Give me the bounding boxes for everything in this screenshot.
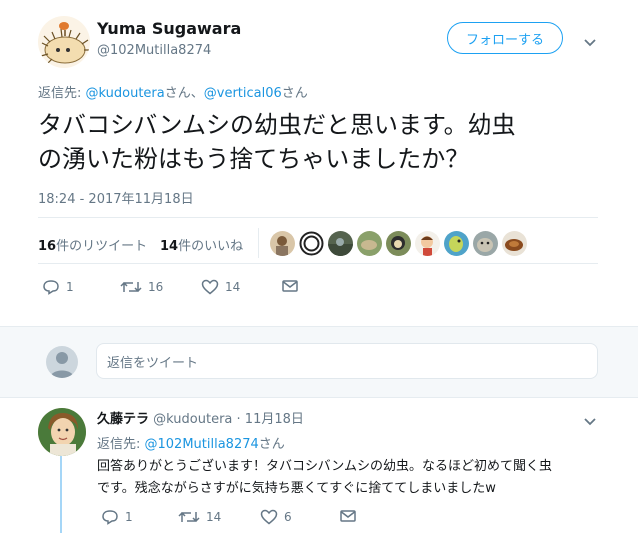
author-avatar[interactable] [38,16,90,68]
like-count: 6 [284,510,292,524]
retweet-count: 16 [148,280,164,294]
follow-button-label: フォローする [465,32,544,48]
reply-text: 回答ありがとうございます！タバコシバンムシの幼虫。なるほど初めて聞く虫 です。残… [97,456,552,500]
reply-to-prefix: 返信先: [97,437,145,452]
reply-header: 久藤テラ @kudoutera · 11月18日 [97,408,304,427]
like-action[interactable]: 14 [201,279,240,295]
liker-avatar[interactable] [357,231,382,256]
follow-button[interactable]: フォローする [447,22,563,54]
reply-icon [102,510,118,525]
like-count: 14 [225,280,241,294]
author-handle[interactable]: @102Mutilla8274 [97,43,211,58]
reply-text-line: 回答ありがとうございます！タバコシバンムシの幼虫。なるほど初めて聞く虫 [97,459,553,474]
dm-action[interactable] [340,509,356,523]
like-stat-count: 14 [160,239,179,254]
dm-action[interactable] [282,279,298,293]
reply-action[interactable]: 1 [42,279,74,295]
tweet-text: タバコシバンムシの幼虫だと思います。幼虫 の湧いた粉はもう捨てちゃいましたか？ [38,108,516,176]
reply-to-line: 返信先: @102Mutilla8274さん [97,433,285,452]
retweet-stat-label: 件のリツイート [56,239,148,254]
heart-icon [201,279,219,295]
reply-count: 1 [125,510,133,524]
reply-input-placeholder: 返信をツイート [107,355,199,371]
reply-author-name[interactable]: 久藤テラ [97,412,149,427]
liker-avatar[interactable] [299,231,324,256]
reply-input[interactable]: 返信をツイート [96,343,598,379]
retweet-stat[interactable]: 16件のリツイート [38,235,147,254]
stats-separator [258,228,259,258]
current-user-avatar[interactable] [46,346,78,378]
retweet-count: 14 [206,510,222,524]
retweet-action[interactable]: 14 [178,509,221,525]
reply-dot: · [236,412,241,427]
more-options-chevron-icon[interactable] [583,33,597,47]
tweet-timestamp[interactable]: 18:24 - 2017年11月18日 [38,188,194,207]
liker-avatar[interactable] [502,231,527,256]
reply-text-line: です。残念ながらさすがに気持ち悪くてすぐに捨ててしまいましたw [97,481,496,496]
reply-to-prefix: 返信先: [38,86,86,101]
reply-author-handle[interactable]: @kudoutera [153,412,232,427]
liker-avatar[interactable] [444,231,469,256]
liker-avatar[interactable] [328,231,353,256]
reply-count: 1 [66,280,74,294]
author-display-name[interactable]: Yuma Sugawara [97,19,241,38]
envelope-icon [340,510,356,522]
reply-to-suffix: さん [281,86,308,101]
tweet-text-line: タバコシバンムシの幼虫だと思います。幼虫 [38,111,516,139]
like-stat-label: 件のいいね [178,239,244,254]
reply-action[interactable]: 1 [101,509,133,525]
envelope-icon [282,280,298,292]
reply-to-user-link[interactable]: @kudoutera [86,86,165,101]
reply-to-suffix: さん [258,437,285,452]
retweet-stat-count: 16 [38,239,57,254]
tweet-text-line: の湧いた粉はもう捨てちゃいましたか？ [38,145,470,173]
reply-date[interactable]: 11月18日 [245,412,304,427]
liker-avatar[interactable] [270,231,295,256]
like-action[interactable]: 6 [260,509,292,525]
reply-to-separator: さん、 [164,86,204,101]
retweet-action[interactable]: 16 [120,279,163,295]
reply-to-user-link[interactable]: @vertical06 [204,86,282,101]
like-stat[interactable]: 14件のいいね [160,235,243,254]
reply-to-user-link[interactable]: @102Mutilla8274 [145,437,259,452]
liker-avatar[interactable] [415,231,440,256]
reply-more-chevron-icon[interactable] [583,412,597,426]
heart-icon [260,509,278,525]
liker-avatars [270,231,527,256]
thread-connector [60,452,62,533]
liker-avatar[interactable] [473,231,498,256]
retweet-icon [120,281,142,293]
reply-author-avatar[interactable] [38,408,86,456]
liker-avatar[interactable] [386,231,411,256]
reply-icon [43,280,59,295]
divider [38,263,598,264]
divider [38,217,598,218]
reply-to-line: 返信先: @kudouteraさん、@vertical06さん [38,82,308,101]
retweet-icon [178,511,200,523]
